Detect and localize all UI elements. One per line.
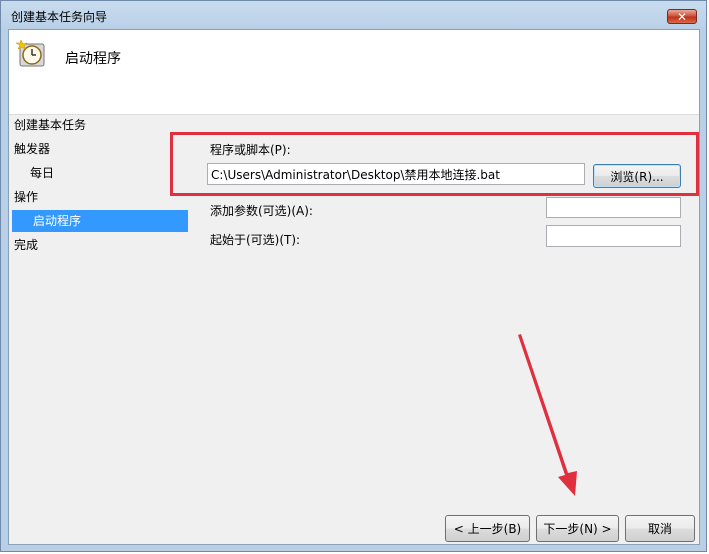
annotation-arrow [518,334,577,496]
wizard-window: 创建基本任务向导 ✕ 启动程序 创建基本任务 触发器 每日 操作 启动程序 完成… [0,0,707,552]
